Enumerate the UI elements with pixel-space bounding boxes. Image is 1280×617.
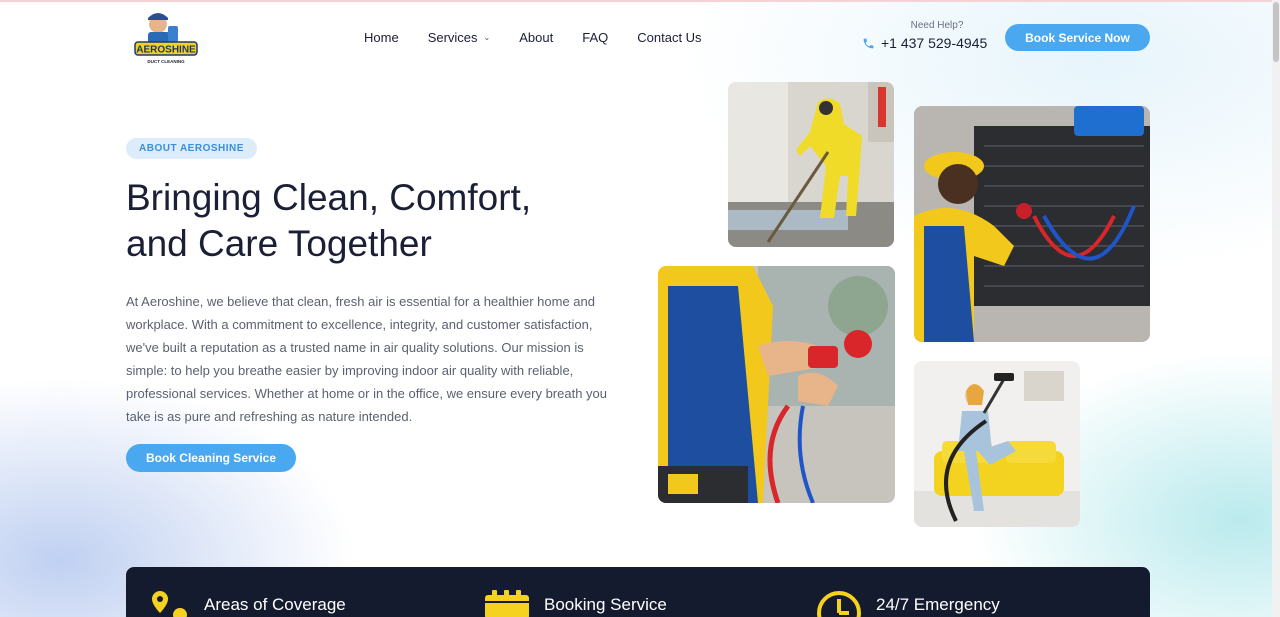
feature-coverage-title: Areas of Coverage xyxy=(204,595,346,614)
nav-home[interactable]: Home xyxy=(364,30,399,45)
feature-coverage[interactable]: Areas of Coverage xyxy=(150,589,346,617)
chevron-down-icon: ⌄ xyxy=(483,33,491,42)
page-scrollbar[interactable] xyxy=(1272,0,1280,617)
nav-faq[interactable]: FAQ xyxy=(582,30,608,45)
feature-booking-title: Booking Service xyxy=(544,595,667,614)
main-nav: Home Services ⌄ About FAQ Contact Us xyxy=(364,30,731,45)
location-pin-icon xyxy=(152,591,187,617)
hero-title-line1: Bringing Clean, Comfort, xyxy=(126,177,532,218)
site-header: AEROSHINE DUCT CLEANING Home Services ⌄ A… xyxy=(0,2,1272,74)
nav-home-label: Home xyxy=(364,30,399,45)
nav-services-label: Services xyxy=(427,30,478,45)
nav-contact[interactable]: Contact Us xyxy=(637,30,701,45)
feature-booking[interactable]: Booking Service xyxy=(484,589,667,617)
logo-wordmark: AEROSHINE xyxy=(136,45,196,56)
phone-link[interactable]: +1 437 529-4945 xyxy=(862,35,992,51)
hero-description: At Aeroshine, we believe that clean, fre… xyxy=(126,294,608,424)
nav-contact-label: Contact Us xyxy=(637,30,702,45)
phone-icon xyxy=(863,38,874,48)
hero-title: Bringing Clean, Comfort, and Care Togeth… xyxy=(126,175,596,267)
logo-subtitle: DUCT CLEANING xyxy=(147,59,185,64)
book-service-now-button[interactable]: Book Service Now xyxy=(1005,24,1150,51)
calendar-icon xyxy=(485,590,529,617)
hero-title-line2: and Care Together xyxy=(126,223,432,264)
section-badge: ABOUT AEROSHINE xyxy=(126,138,257,159)
clock-icon xyxy=(817,591,861,617)
phone-number: +1 437 529-4945 xyxy=(881,35,988,51)
ac-technician-photo xyxy=(914,106,1150,342)
help-contact: Need Help? +1 437 529-4945 xyxy=(862,20,992,51)
features-bar: Areas of Coverage Booking Service 24/7 E… xyxy=(126,567,1150,617)
scrollbar-thumb[interactable] xyxy=(1273,2,1279,62)
vacuum-couch-photo xyxy=(914,361,1080,527)
aeroshine-logo[interactable]: AEROSHINE DUCT CLEANING xyxy=(130,8,198,68)
nav-faq-label: FAQ xyxy=(582,30,609,45)
feature-emergency-title: 24/7 Emergency xyxy=(876,595,1000,614)
nav-services[interactable]: Services ⌄ xyxy=(428,30,491,45)
help-label: Need Help? xyxy=(910,20,964,31)
nav-about-label: About xyxy=(519,30,554,45)
nav-about[interactable]: About xyxy=(519,30,553,45)
hazmat-worker-photo xyxy=(728,82,894,247)
book-cleaning-service-button[interactable]: Book Cleaning Service xyxy=(126,444,296,472)
feature-emergency[interactable]: 24/7 Emergency xyxy=(816,589,1000,617)
manifold-gauge-photo xyxy=(658,266,895,503)
